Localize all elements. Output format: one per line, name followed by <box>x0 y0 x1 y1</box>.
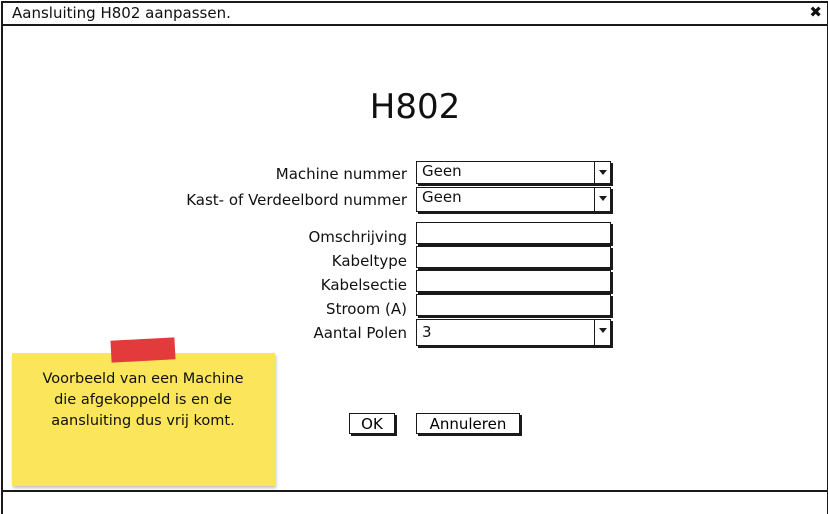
cabinet-number-label: Kast- of Verdeelbord nummer <box>186 191 407 209</box>
cable-type-label: Kabeltype <box>331 252 407 270</box>
cancel-button[interactable]: Annuleren <box>416 413 520 434</box>
title-bar: Aansluiting H802 aanpassen. ✖ <box>3 3 827 26</box>
close-icon[interactable]: ✖ <box>809 4 822 21</box>
machine-number-label: Machine nummer <box>275 165 407 183</box>
cable-section-label: Kabelsectie <box>320 276 407 294</box>
poles-value: 3 <box>422 323 432 341</box>
machine-number-select[interactable]: Geen <box>416 161 611 184</box>
poles-label: Aantal Polen <box>313 324 407 342</box>
cabinet-number-value: Geen <box>422 188 462 206</box>
description-input[interactable] <box>416 222 611 244</box>
status-bar <box>3 490 827 514</box>
ok-button[interactable]: OK <box>349 413 395 434</box>
note-text: Voorbeeld van een Machine die afgekoppel… <box>42 371 244 429</box>
chevron-down-icon[interactable] <box>594 320 610 345</box>
page-title: H802 <box>369 87 461 127</box>
current-input[interactable] <box>416 294 611 316</box>
description-label: Omschrijving <box>308 228 407 246</box>
chevron-down-icon[interactable] <box>594 188 610 211</box>
cable-type-input[interactable] <box>416 246 611 268</box>
sticky-note: Voorbeeld van een Machine die afgekoppel… <box>12 337 275 486</box>
machine-number-value: Geen <box>422 162 462 180</box>
current-label: Stroom (A) <box>326 300 407 318</box>
dialog-window: Aansluiting H802 aanpassen. ✖ H802 Machi… <box>1 1 828 514</box>
note-tape <box>110 337 176 363</box>
cable-section-input[interactable] <box>416 270 611 292</box>
poles-select[interactable]: 3 <box>416 319 611 346</box>
cabinet-number-select[interactable]: Geen <box>416 187 611 212</box>
chevron-down-icon[interactable] <box>594 162 610 183</box>
window-title: Aansluiting H802 aanpassen. <box>12 4 231 22</box>
